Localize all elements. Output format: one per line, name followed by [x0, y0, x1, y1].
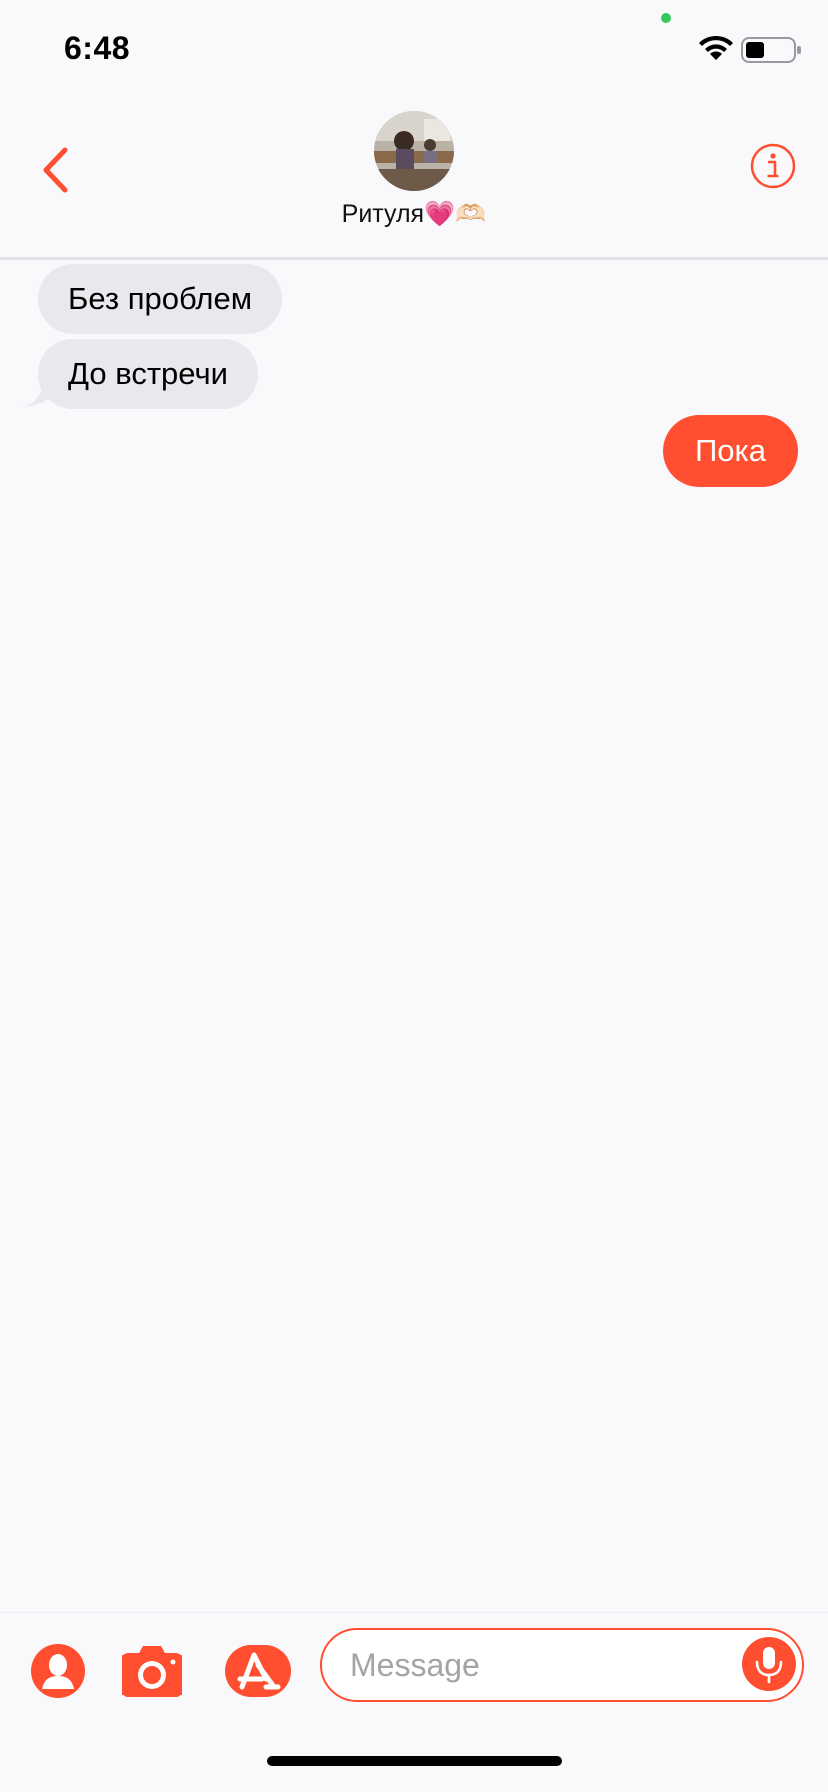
- chevron-left-icon: [43, 147, 68, 193]
- contact-avatar[interactable]: [374, 111, 454, 191]
- incoming-message-bubble[interactable]: Без проблем: [38, 264, 283, 334]
- chat-screen: 6:48 Ритуля💗🫶🏻 Без проблем До встречи По…: [0, 0, 828, 1792]
- microphone-icon: [755, 1647, 783, 1684]
- conversation-header: Ритуля💗🫶🏻: [0, 100, 828, 260]
- back-button[interactable]: [30, 140, 80, 200]
- wifi-icon: [699, 35, 733, 60]
- contact-icon[interactable]: [30, 1643, 86, 1699]
- status-bar: 6:48: [0, 0, 828, 100]
- home-indicator[interactable]: [267, 1756, 562, 1766]
- incoming-message-bubble[interactable]: До встречи: [38, 339, 258, 409]
- message-input[interactable]: [320, 1628, 804, 1702]
- app-store-icon[interactable]: [222, 1643, 294, 1699]
- bubble-tail: [22, 377, 64, 407]
- mic-in-use-indicator: [661, 13, 671, 23]
- battery-icon: [741, 37, 801, 63]
- camera-icon[interactable]: [118, 1641, 186, 1699]
- info-icon[interactable]: [750, 143, 796, 189]
- microphone-button[interactable]: [742, 1637, 796, 1691]
- status-time: 6:48: [64, 30, 131, 66]
- contact-name[interactable]: Ритуля💗🫶🏻: [0, 200, 828, 229]
- outgoing-message-bubble[interactable]: Пока: [662, 415, 798, 487]
- avatar-photo: [374, 111, 454, 191]
